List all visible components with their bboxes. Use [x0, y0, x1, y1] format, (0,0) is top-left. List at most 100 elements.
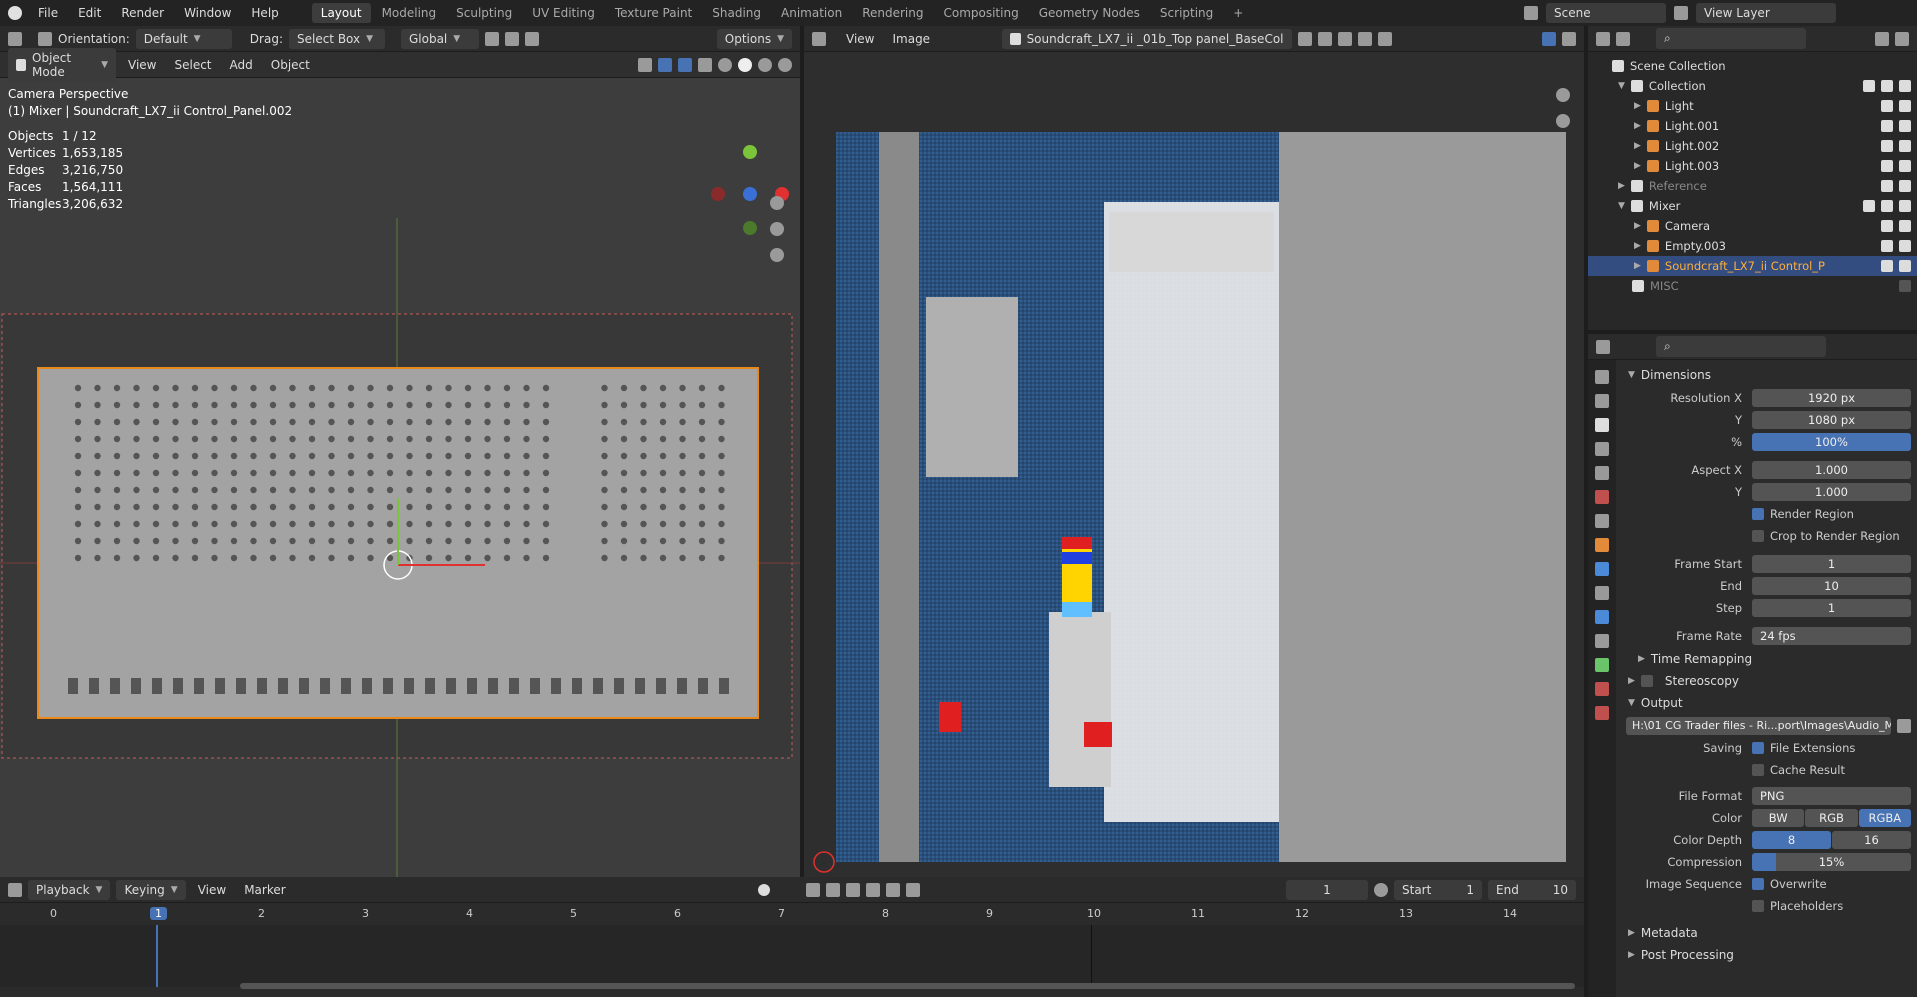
output-panel-header[interactable]: ▼ Output — [1618, 692, 1917, 714]
editor-type-icon[interactable] — [812, 31, 826, 46]
time-remapping-subpanel[interactable]: ▶ Time Remapping — [1618, 648, 1917, 670]
image-selector[interactable]: Soundcraft_LX7_ii _01b_Top panel_BaseCol… — [1002, 28, 1293, 49]
depth-16-option[interactable]: 16 — [1832, 831, 1911, 849]
tab-rendering[interactable]: Rendering — [853, 3, 932, 23]
camera-icon[interactable] — [1899, 140, 1911, 152]
menu-help[interactable]: Help — [241, 6, 288, 20]
outliner-item-light-003[interactable]: ▶ Light.003 — [1588, 156, 1917, 176]
editor-type-icon[interactable] — [1596, 31, 1610, 46]
checkbox-icon[interactable] — [1863, 200, 1875, 212]
menu-view[interactable]: View — [122, 58, 162, 72]
pan-hand-icon[interactable] — [1556, 114, 1570, 128]
eye-icon[interactable] — [1881, 240, 1893, 252]
outliner-item-light-001[interactable]: ▶ Light.001 — [1588, 116, 1917, 136]
prev-keyframe-icon[interactable] — [825, 882, 840, 897]
outliner-search-field[interactable]: ⌕ — [1656, 28, 1806, 49]
eye-icon[interactable] — [1899, 180, 1911, 192]
scene-selector[interactable]: Scene — [1546, 3, 1666, 23]
outliner-item-collection[interactable]: ▼ Collection — [1588, 76, 1917, 96]
wireframe-shading-icon[interactable] — [718, 57, 732, 72]
current-frame-field[interactable]: 1 — [1286, 879, 1368, 900]
color-rgb-option[interactable]: RGB — [1805, 809, 1858, 827]
display-channels-icon[interactable] — [1562, 31, 1576, 46]
frame-step-field[interactable]: 1 — [1752, 599, 1911, 617]
menu-edit[interactable]: Edit — [68, 6, 111, 20]
start-frame-field[interactable]: Start 1 — [1394, 879, 1482, 900]
nav-gizmo-neg-y[interactable] — [743, 221, 757, 235]
post-processing-panel-header[interactable]: ▶ Post Processing — [1618, 944, 1917, 966]
open-image-icon[interactable] — [1338, 31, 1353, 46]
eye-icon[interactable] — [1881, 100, 1893, 112]
transform-orientation-dropdown[interactable]: Global ▼ — [400, 28, 479, 49]
transform-gizmo-icon[interactable] — [38, 31, 52, 46]
outliner-item-control-panel[interactable]: ▶ Soundcraft_LX7_ii Control_P — [1588, 256, 1917, 276]
resolution-y-field[interactable]: 1080 px — [1752, 411, 1911, 429]
output-tab-icon[interactable] — [1595, 418, 1609, 432]
timeline[interactable]: Playback ▼ Keying ▼ View Marker 1 Start 1 E… — [0, 877, 1584, 997]
gizmo-icon[interactable] — [658, 57, 672, 72]
camera-icon[interactable] — [1899, 220, 1911, 232]
frame-rate-dropdown[interactable]: 24 fps — [1752, 627, 1911, 645]
outliner-item-mixer[interactable]: ▼ Mixer — [1588, 196, 1917, 216]
frame-end-field[interactable]: 10 — [1752, 577, 1911, 595]
color-bw-option[interactable]: BW — [1752, 809, 1805, 827]
menu-select[interactable]: Select — [168, 58, 217, 72]
eye-icon[interactable] — [1881, 120, 1893, 132]
pan-hand-icon[interactable] — [770, 222, 784, 236]
scene-collection-row[interactable]: Scene Collection — [1588, 56, 1917, 76]
world-tab-icon[interactable] — [1595, 490, 1609, 504]
eye-icon[interactable] — [1881, 220, 1893, 232]
end-frame-field[interactable]: End 10 — [1488, 879, 1576, 900]
tab-scripting[interactable]: Scripting — [1151, 3, 1222, 23]
camera-view-icon[interactable] — [770, 248, 784, 262]
mode-dropdown[interactable]: Object Mode ▼ — [8, 47, 116, 82]
next-keyframe-icon[interactable] — [885, 882, 900, 897]
particles-tab-icon[interactable] — [1595, 586, 1609, 600]
view-layer-selector[interactable]: View Layer — [1696, 3, 1836, 23]
timeline-area[interactable] — [0, 925, 1584, 987]
output-path-field[interactable]: H:\01 CG Trader files - Ri...port\Images… — [1626, 717, 1891, 735]
constraints-tab-icon[interactable] — [1595, 634, 1609, 648]
tab-shading[interactable]: Shading — [703, 3, 770, 23]
frame-ruler[interactable]: 0 1 2 3 4 5 6 7 8 9 10 11 12 13 14 — [0, 907, 1584, 925]
pivot-icon[interactable] — [484, 31, 499, 46]
checkbox-icon[interactable] — [1881, 180, 1893, 192]
properties-editor[interactable]: ⌕ ▼ Dimensions Resolution X 1920 px Y 1080 … — [1588, 334, 1917, 997]
overlay-icon[interactable] — [1542, 31, 1556, 46]
tab-compositing[interactable]: Compositing — [934, 3, 1027, 23]
outliner[interactable]: ⌕ Scene Collection ▼ Collection ▶ Light ▶ L… — [1588, 26, 1917, 330]
new-collection-icon[interactable] — [1895, 31, 1909, 46]
drag-dropdown[interactable]: Select Box ▼ — [288, 28, 385, 49]
checkbox-icon[interactable] — [1863, 80, 1875, 92]
tool-tab-icon[interactable] — [1595, 370, 1609, 384]
editor-type-icon[interactable] — [8, 31, 22, 46]
tab-uv-editing[interactable]: UV Editing — [523, 3, 604, 23]
jump-start-icon[interactable] — [805, 882, 820, 897]
filter-icon[interactable] — [1875, 31, 1889, 46]
zoom-icon[interactable] — [770, 196, 784, 210]
placeholders-checkbox[interactable]: Placeholders — [1752, 899, 1843, 913]
folder-icon[interactable] — [1897, 719, 1911, 733]
nav-gizmo-neg-x[interactable] — [711, 187, 725, 201]
display-mode-icon[interactable] — [1616, 31, 1630, 46]
keying-dropdown[interactable]: Keying ▼ — [116, 879, 186, 900]
timeline-scrollbar[interactable] — [240, 983, 1575, 989]
file-format-dropdown[interactable]: PNG — [1752, 787, 1911, 805]
menu-image[interactable]: Image — [886, 32, 936, 46]
menu-object[interactable]: Object — [265, 58, 316, 72]
resolution-percent-slider[interactable]: 100% — [1752, 433, 1911, 451]
modifier-tab-icon[interactable] — [1595, 562, 1609, 576]
orientation-dropdown[interactable]: Default ▼ — [135, 28, 232, 49]
playhead[interactable]: 1 — [150, 907, 167, 920]
physics-tab-icon[interactable] — [1595, 610, 1609, 624]
metadata-panel-header[interactable]: ▶ Metadata — [1618, 922, 1917, 944]
data-tab-icon[interactable] — [1595, 658, 1609, 672]
depth-8-option[interactable]: 8 — [1752, 831, 1831, 849]
scene-tab-icon[interactable] — [1595, 466, 1609, 480]
proportional-edit-icon[interactable] — [524, 31, 539, 46]
tab-geometry-nodes[interactable]: Geometry Nodes — [1030, 3, 1149, 23]
stereoscopy-panel-header[interactable]: ▶ Stereoscopy — [1618, 670, 1917, 692]
blender-logo-icon[interactable] — [8, 6, 22, 20]
texture-tab-icon[interactable] — [1595, 706, 1609, 720]
menu-window[interactable]: Window — [174, 6, 241, 20]
